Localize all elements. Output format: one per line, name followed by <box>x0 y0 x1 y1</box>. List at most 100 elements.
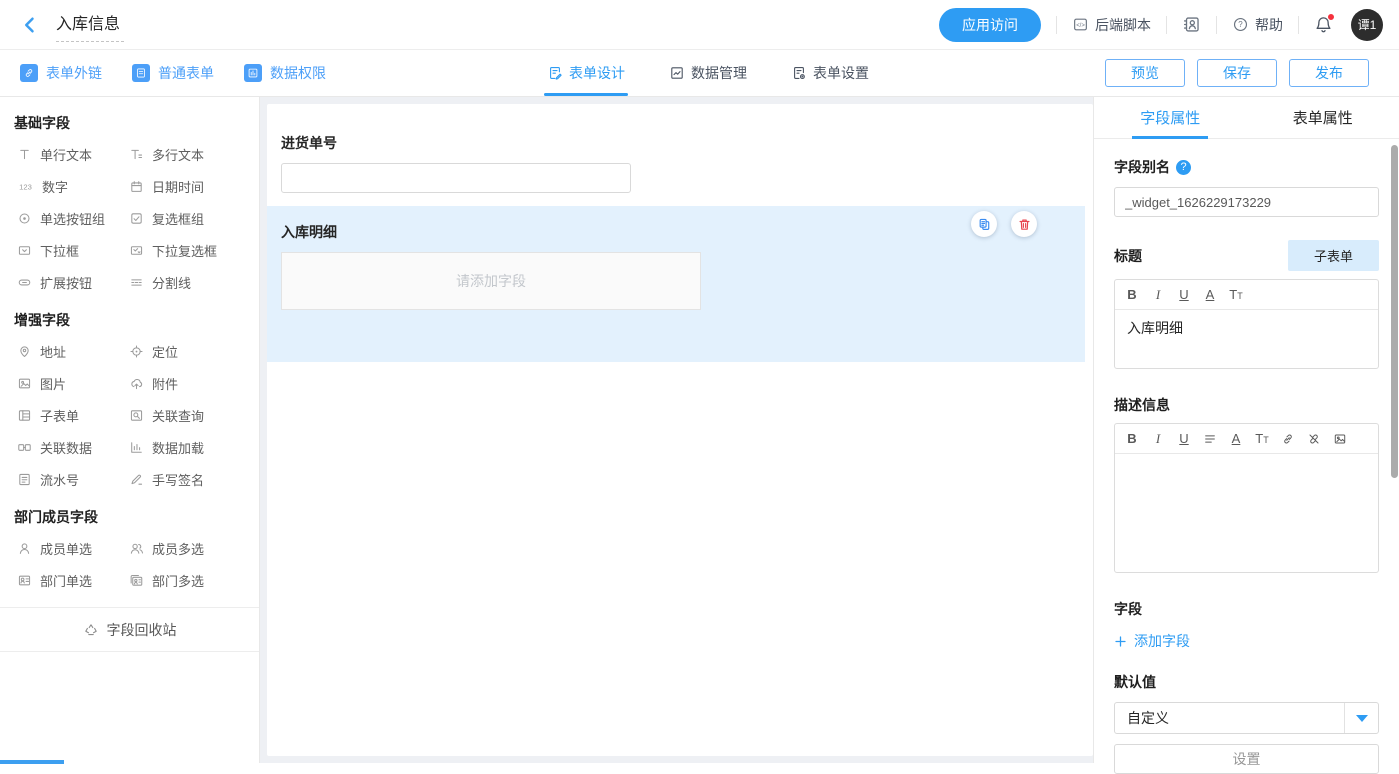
form-view-tab-label: 数据管理 <box>691 63 747 83</box>
palette-item-attachment[interactable]: 附件 <box>129 367 241 399</box>
form-mode-tab-3[interactable]: 数据权限 <box>244 63 326 83</box>
italic-icon[interactable]: I <box>1145 281 1171 309</box>
palette-item-number[interactable]: 123数字 <box>17 170 129 202</box>
form-view-tabs: 表单设计 数据管理 表单设置 <box>547 50 869 96</box>
palette-item-image-field[interactable]: 图片 <box>17 367 129 399</box>
back-button[interactable] <box>20 15 40 35</box>
palette-item-divider-line[interactable]: 分割线 <box>129 266 241 298</box>
palette-item-member-single[interactable]: 成员单选 <box>17 532 129 564</box>
palette-item-radio-group[interactable]: 单选按钮组 <box>17 202 129 234</box>
chevron-down-icon <box>1356 715 1368 722</box>
palette-item-checkbox-group[interactable]: 复选框组 <box>129 202 241 234</box>
avatar[interactable]: 谭1 <box>1351 9 1383 41</box>
palette-item-multi-select[interactable]: 下拉复选框 <box>129 234 241 266</box>
palette-item-linked-query[interactable]: 关联查询 <box>129 399 241 431</box>
palette-item-label: 单选按钮组 <box>40 209 105 228</box>
palette-item-dept-single[interactable]: 部门单选 <box>17 564 129 596</box>
font-size-icon[interactable]: TT <box>1223 281 1249 309</box>
unlink-icon[interactable] <box>1301 425 1327 453</box>
subform-widget-selected[interactable]: 入库明细 请添加字段 <box>267 206 1085 362</box>
bold-icon[interactable]: B <box>1119 281 1145 309</box>
member-multi-icon <box>129 541 144 556</box>
default-settings-button[interactable]: 设置 <box>1114 744 1379 774</box>
palette-item-label: 数据加载 <box>152 438 204 457</box>
copy-widget-button[interactable] <box>971 211 997 237</box>
palette-item-location[interactable]: 定位 <box>129 335 241 367</box>
palette-item-signature[interactable]: 手写签名 <box>129 463 241 495</box>
palette-item-datetime[interactable]: 日期时间 <box>129 170 241 202</box>
palette-item-multi-line-text[interactable]: 多行文本 <box>129 138 241 170</box>
palette-item-label: 流水号 <box>40 470 79 489</box>
link-icon[interactable] <box>1275 425 1301 453</box>
address-book-item[interactable] <box>1182 15 1201 34</box>
checkbox-group-icon <box>129 211 144 226</box>
preview-button[interactable]: 预览 <box>1105 59 1185 87</box>
code-icon: </> <box>1072 16 1089 33</box>
italic-icon[interactable]: I <box>1145 425 1171 453</box>
font-color-icon[interactable]: A <box>1197 281 1223 309</box>
publish-button[interactable]: 发布 <box>1289 59 1369 87</box>
palette-item-subform[interactable]: 子表单 <box>17 399 129 431</box>
font-color-icon[interactable]: A <box>1223 425 1249 453</box>
form-view-tab-3[interactable]: 表单设置 <box>791 50 869 96</box>
align-icon[interactable] <box>1197 425 1223 453</box>
palette-item-label: 复选框组 <box>152 209 204 228</box>
font-size-icon[interactable]: TT <box>1249 425 1275 453</box>
form-mode-tabs: 表单外链 普通表单 数据权限 <box>20 63 326 83</box>
image-field-icon <box>17 376 32 391</box>
alias-help-icon[interactable]: ? <box>1176 160 1191 175</box>
notifications-button[interactable] <box>1314 15 1333 34</box>
palette-item-select[interactable]: 下拉框 <box>17 234 129 266</box>
page-title[interactable]: 入库信息 <box>56 8 124 42</box>
palette-item-linked-data[interactable]: 关联数据 <box>17 431 129 463</box>
insert-image-icon[interactable] <box>1327 425 1353 453</box>
tab-field-properties[interactable]: 字段属性 <box>1094 97 1247 138</box>
default-value-select[interactable]: 自定义 <box>1114 702 1379 734</box>
palette-item-member-multi[interactable]: 成员多选 <box>129 532 241 564</box>
help-item[interactable]: ? 帮助 <box>1232 15 1283 35</box>
palette-item-address[interactable]: 地址 <box>17 335 129 367</box>
select-caret-zone[interactable] <box>1344 703 1378 733</box>
field-recycle-bin[interactable]: 字段回收站 <box>0 607 259 652</box>
alias-label: 字段别名 <box>1114 157 1170 177</box>
number-icon: 123 <box>17 178 34 195</box>
underline-icon[interactable]: U <box>1171 281 1197 309</box>
sidebar-hscrollbar-thumb[interactable] <box>0 760 64 764</box>
form-mode-tab-1[interactable]: 表单外链 <box>20 63 102 83</box>
panel-scrollbar-thumb[interactable] <box>1391 145 1398 478</box>
form-view-tab-1[interactable]: 表单设计 <box>547 50 625 96</box>
recycle-icon <box>83 622 99 638</box>
form-mode-tab-label: 表单外链 <box>46 63 102 83</box>
palette-item-data-load[interactable]: 数据加载 <box>129 431 241 463</box>
palette-item-dept-multi[interactable]: 部门多选 <box>129 564 241 596</box>
app-access-button[interactable]: 应用访问 <box>939 8 1041 42</box>
canvas-background: 进货单号 入库明细 请添加字段 <box>260 97 1093 763</box>
notification-badge <box>1327 13 1335 21</box>
palette-item-expand-button[interactable]: 扩展按钮 <box>17 266 129 298</box>
field-label: 进货单号 <box>281 133 1079 153</box>
alias-input[interactable] <box>1114 187 1379 217</box>
description-editor-content[interactable] <box>1115 454 1378 572</box>
underline-icon[interactable]: U <box>1171 425 1197 453</box>
purchase-number-input[interactable] <box>281 163 631 193</box>
subform-drop-zone[interactable]: 请添加字段 <box>281 252 701 310</box>
save-button[interactable]: 保存 <box>1197 59 1277 87</box>
description-label: 描述信息 <box>1114 395 1379 415</box>
form-view-tab-2[interactable]: 数据管理 <box>669 50 747 96</box>
svg-text:123: 123 <box>19 182 32 191</box>
divider <box>1166 16 1167 34</box>
form-mode-tab-2[interactable]: 普通表单 <box>132 63 214 83</box>
delete-widget-button[interactable] <box>1011 211 1037 237</box>
svg-text:</>: </> <box>1076 23 1085 29</box>
title-editor-content[interactable]: 入库明细 <box>1115 310 1378 368</box>
tab-form-properties[interactable]: 表单属性 <box>1247 97 1399 138</box>
form-mode-tab-label: 数据权限 <box>270 63 326 83</box>
bold-icon[interactable]: B <box>1119 425 1145 453</box>
select-icon <box>17 243 32 258</box>
multi-line-text-icon <box>129 147 144 162</box>
field-palette-sidebar: 基础字段单行文本多行文本123数字日期时间单选按钮组复选框组下拉框下拉复选框扩展… <box>0 97 260 763</box>
add-field-button[interactable]: 添加字段 <box>1114 631 1379 651</box>
backend-script-item[interactable]: </> 后端脚本 <box>1072 15 1151 35</box>
palette-item-serial-number[interactable]: 流水号 <box>17 463 129 495</box>
palette-item-single-line-text[interactable]: 单行文本 <box>17 138 129 170</box>
